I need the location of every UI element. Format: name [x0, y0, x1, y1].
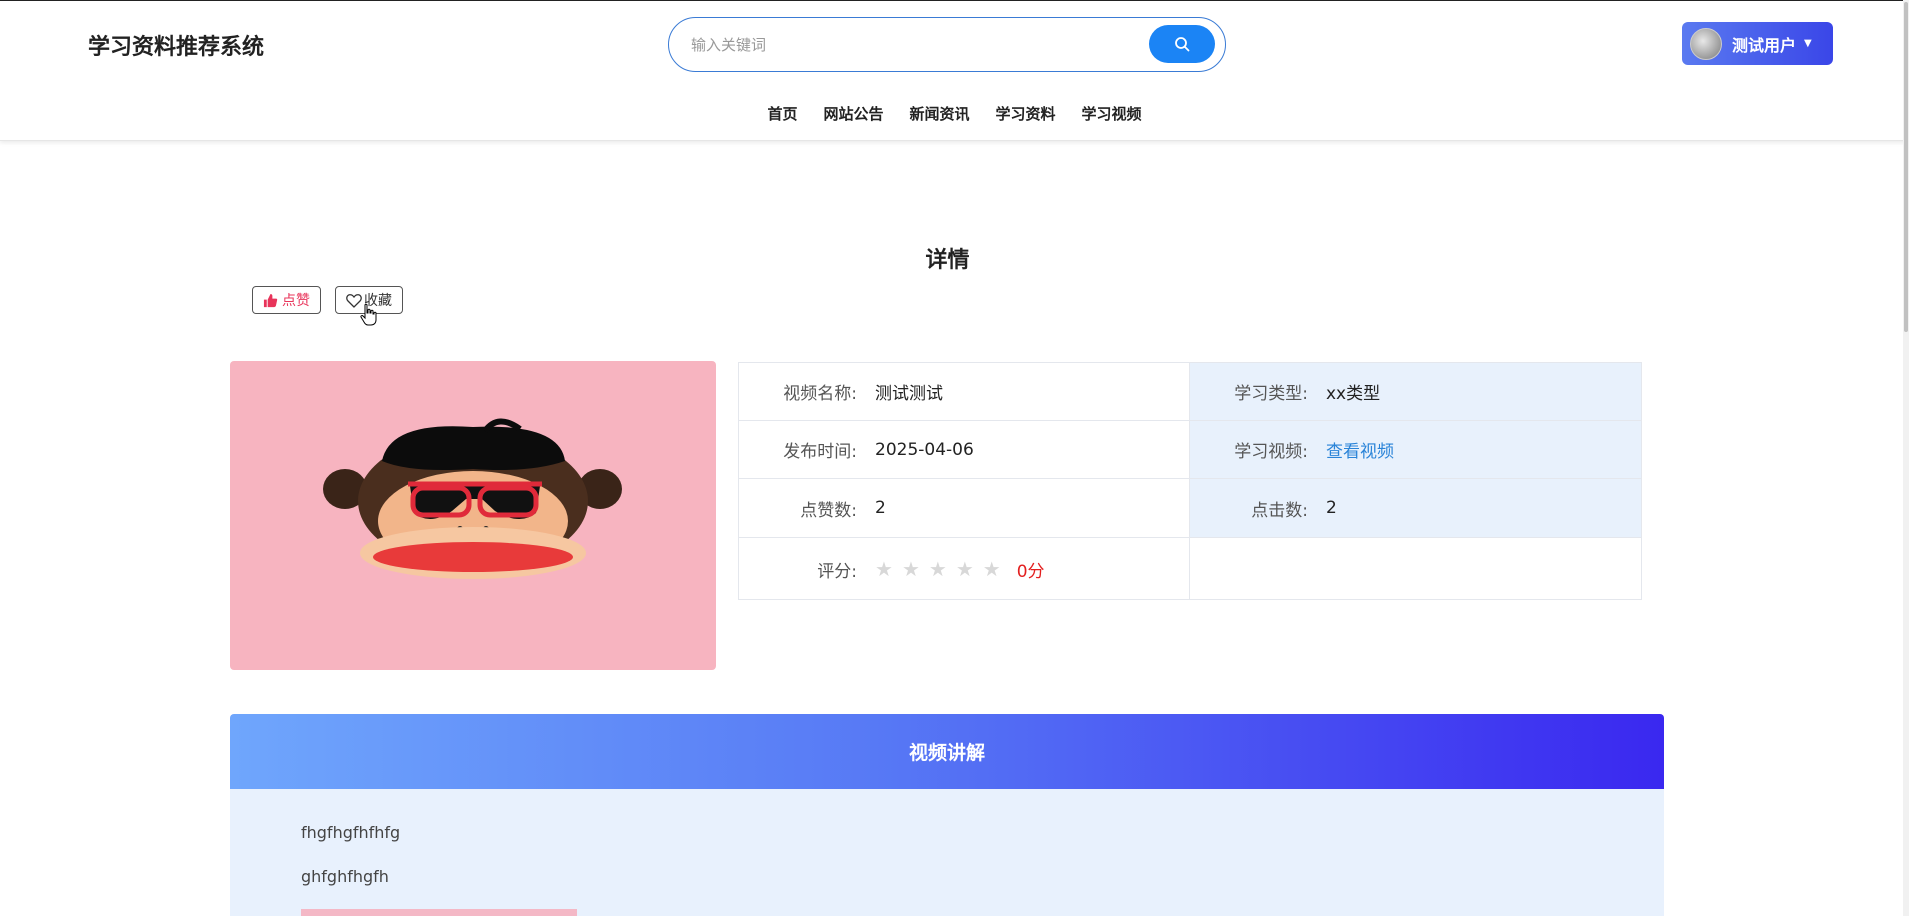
- rating-cell: 评分: ★ ★ ★ ★ ★ 0分: [739, 538, 1190, 600]
- video-name-value: 测试测试: [875, 384, 943, 404]
- main-nav: 首页 网站公告 新闻资讯 学习资料 学习视频: [0, 103, 1909, 124]
- star-icon[interactable]: ★: [929, 557, 947, 581]
- star-icon[interactable]: ★: [983, 557, 1001, 581]
- detail-info-table: 视频名称: 测试测试 学习类型: xx类型 发布时间: 2025-04-06 学…: [738, 362, 1642, 600]
- likes-label: 点赞数:: [800, 500, 857, 521]
- nav-item-materials[interactable]: 学习资料: [983, 103, 1069, 124]
- likes-value: 2: [875, 498, 886, 518]
- star-icon[interactable]: ★: [956, 557, 974, 581]
- study-type-label: 学习类型:: [1234, 384, 1308, 404]
- search-input[interactable]: [691, 30, 1131, 60]
- scrollbar[interactable]: [1903, 0, 1909, 916]
- publish-time-cell: 发布时间: 2025-04-06: [739, 421, 1190, 478]
- study-type-cell: 学习类型: xx类型: [1190, 363, 1641, 420]
- content-image: [301, 909, 577, 916]
- explain-paragraph: fhgfhgfhfhfg: [301, 823, 401, 842]
- search-button[interactable]: [1149, 25, 1215, 63]
- header: 学习资料推荐系统 测试用户 ▼ 首页 网站公告 新闻资讯 学习资料 学习视频: [0, 0, 1909, 141]
- study-video-cell: 学习视频: 查看视频: [1190, 421, 1641, 478]
- page: 学习资料推荐系统 测试用户 ▼ 首页 网站公告 新闻资讯 学习资料 学习视频 详…: [0, 0, 1909, 916]
- info-row: 发布时间: 2025-04-06 学习视频: 查看视频: [739, 421, 1641, 479]
- user-menu-button[interactable]: 测试用户 ▼: [1682, 22, 1833, 65]
- search-icon: [1175, 37, 1190, 52]
- clicks-value: 2: [1326, 498, 1337, 518]
- avatar: [1690, 27, 1722, 60]
- publish-time-label: 发布时间:: [783, 442, 857, 462]
- info-row: 点赞数: 2 点击数: 2: [739, 479, 1641, 538]
- explain-content: fhgfhgfhfhfg ghfghfhgfh: [230, 789, 1664, 916]
- explain-banner: 视频讲解: [230, 714, 1664, 789]
- video-name-label: 视频名称:: [783, 384, 857, 404]
- publish-time-value: 2025-04-06: [875, 439, 974, 460]
- site-brand[interactable]: 学习资料推荐系统: [88, 29, 264, 61]
- nav-item-announcements[interactable]: 网站公告: [810, 103, 896, 124]
- rating-stars[interactable]: ★ ★ ★ ★ ★: [867, 557, 1001, 581]
- rating-score: 0分: [1016, 561, 1045, 582]
- clicks-label: 点击数:: [1251, 500, 1308, 521]
- star-icon[interactable]: ★: [902, 557, 920, 581]
- likes-cell: 点赞数: 2: [739, 479, 1190, 537]
- view-video-link[interactable]: 查看视频: [1318, 437, 1394, 462]
- chevron-down-icon: ▼: [1804, 38, 1812, 49]
- info-row: 视频名称: 测试测试 学习类型: xx类型: [739, 363, 1641, 421]
- nav-item-home[interactable]: 首页: [754, 103, 810, 124]
- scrollbar-thumb[interactable]: [1904, 2, 1908, 332]
- hand-cursor-icon: [360, 303, 377, 326]
- rating-label: 评分:: [817, 561, 857, 582]
- search-bar: [668, 17, 1226, 72]
- clicks-cell: 点击数: 2: [1190, 479, 1641, 537]
- like-button[interactable]: 点赞: [252, 286, 321, 314]
- nav-item-videos[interactable]: 学习视频: [1069, 103, 1155, 124]
- cover-image: [230, 361, 716, 670]
- monkey-illustration: [323, 418, 622, 579]
- info-row: 评分: ★ ★ ★ ★ ★ 0分: [739, 538, 1641, 600]
- nav-item-news[interactable]: 新闻资讯: [896, 103, 982, 124]
- like-label: 点赞: [282, 293, 310, 309]
- explain-paragraph: ghfghfhgfh: [301, 867, 389, 886]
- page-title: 详情: [925, 248, 970, 273]
- user-name: 测试用户: [1732, 35, 1797, 55]
- empty-cell: [1190, 538, 1641, 600]
- star-icon[interactable]: ★: [875, 557, 893, 581]
- video-name-cell: 视频名称: 测试测试: [739, 363, 1190, 420]
- thumbs-up-icon: [263, 293, 278, 307]
- study-video-label: 学习视频:: [1234, 442, 1308, 462]
- explain-title: 视频讲解: [908, 742, 985, 764]
- study-type-value: xx类型: [1326, 384, 1381, 404]
